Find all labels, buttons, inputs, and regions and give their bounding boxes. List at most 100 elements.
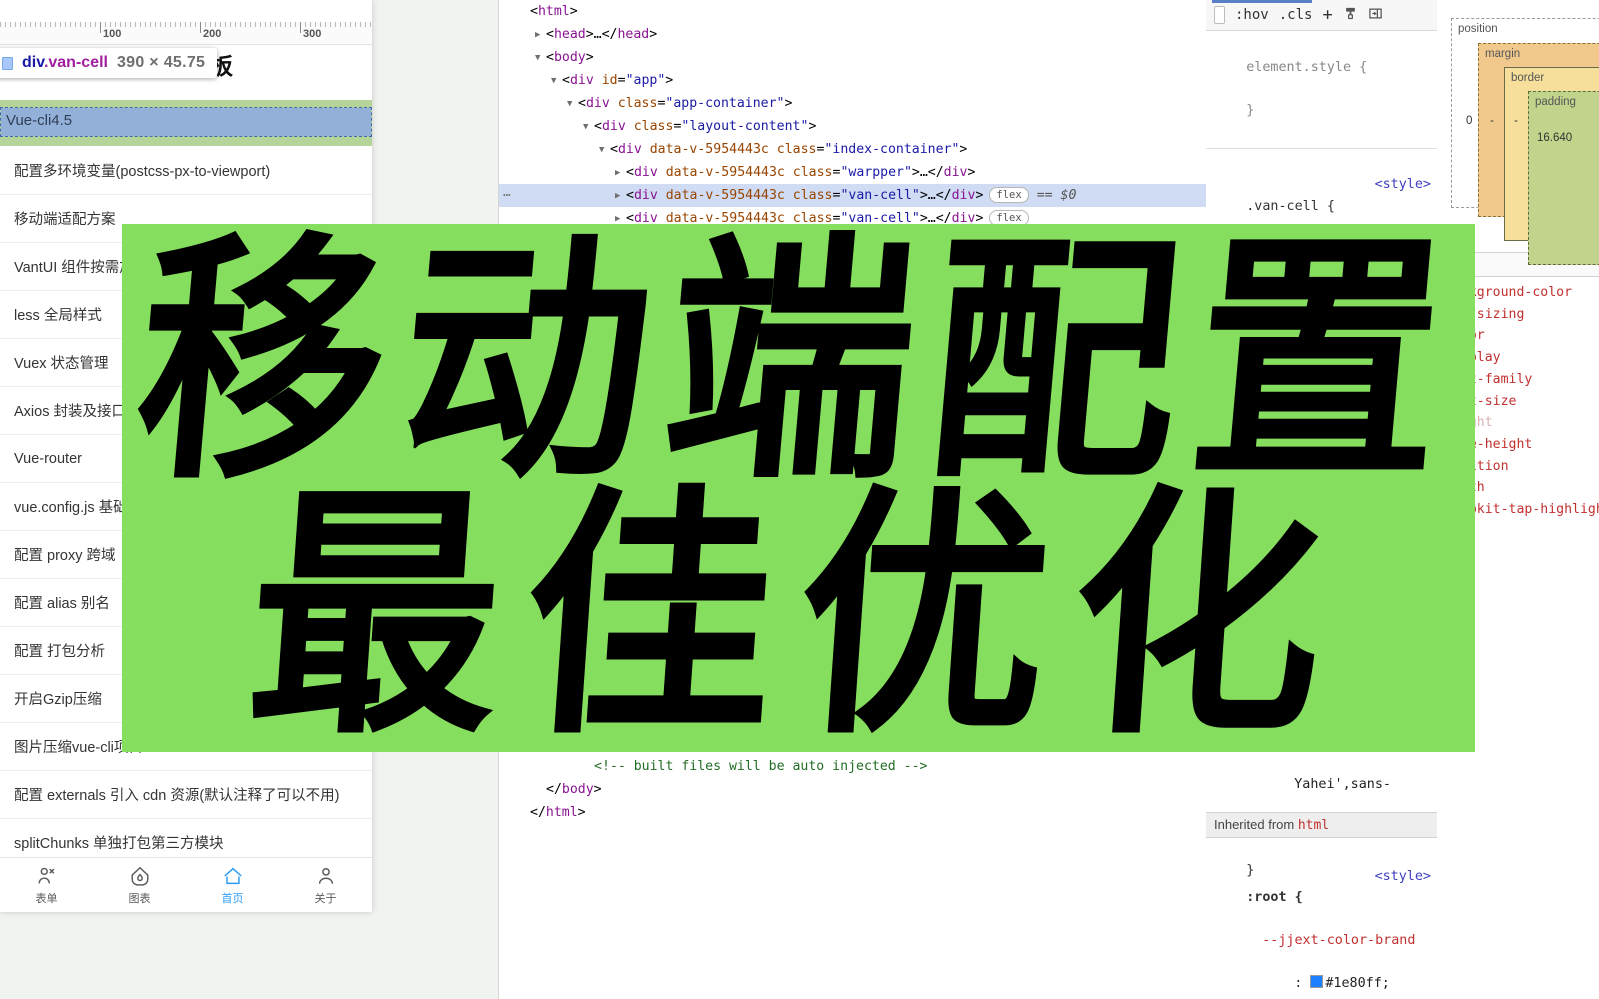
ruler-tick: [75, 22, 76, 27]
form-icon: [36, 865, 58, 887]
ruler-tick: [175, 22, 176, 27]
ruler-tick: [125, 22, 126, 27]
ruler-tick: [185, 22, 186, 27]
dom-tree-row[interactable]: ⋯ ▶ <div data-v-5954443c class="van-cell">…: [499, 184, 1206, 207]
ruler-tick: [150, 22, 151, 27]
dom-tree-row[interactable]: </html>: [499, 801, 1206, 824]
dom-row-expander-icon[interactable]: ▶: [535, 24, 546, 47]
new-style-rule-button[interactable]: +: [1322, 5, 1332, 25]
dom-tree-row[interactable]: ▼ <div class="app-container">: [499, 92, 1206, 115]
dom-tree-row[interactable]: ▼ <body>: [499, 46, 1206, 69]
dom-row-expander-icon[interactable]: ▶: [615, 185, 626, 208]
root-rule[interactable]: <style> :root { --jjext-color-brand : #1…: [1206, 840, 1437, 999]
tab-about[interactable]: 关于: [279, 858, 372, 912]
inherited-source[interactable]: html: [1298, 818, 1329, 833]
ruler-tick: [200, 22, 201, 33]
ruler-tick: [5, 22, 6, 27]
chart-icon: [129, 865, 151, 887]
ruler-tick: [210, 22, 211, 27]
dom-tree-row[interactable]: ▶ <div data-v-5954443c class="warpper">…<…: [499, 161, 1206, 184]
dom-tree-row[interactable]: ▼ <div data-v-5954443c class="index-conta…: [499, 138, 1206, 161]
ruler-tick: [285, 22, 286, 27]
box-model-content-size[interactable]: 16.640: [1537, 132, 1572, 144]
ruler-tick: [320, 22, 321, 27]
css-var-brand-name[interactable]: --jjext-color-brand: [1246, 933, 1415, 948]
list-item[interactable]: 配置 externals 引入 cdn 资源(默认注释了可以不用): [0, 771, 372, 819]
ruler-tick: [160, 22, 161, 27]
ruler-tick: [330, 22, 331, 27]
ruler-tick: [250, 22, 251, 27]
dom-row-expander-icon[interactable]: ▼: [535, 47, 546, 70]
css-var-brand-value[interactable]: #1e80ff;: [1325, 976, 1390, 991]
ruler-tick: [365, 22, 366, 27]
box-model-border-left[interactable]: -: [1514, 115, 1518, 127]
ruler-tick: [50, 22, 51, 27]
cls-button[interactable]: .cls: [1279, 7, 1313, 23]
ruler-tick: [170, 22, 171, 27]
ruler-tick: [340, 22, 341, 27]
home-icon: [222, 865, 244, 887]
ruler-tick: [95, 22, 96, 27]
inspected-selector: div.van-cell: [22, 54, 108, 71]
box-model-padding-layer[interactable]: padding 16.640: [1528, 91, 1599, 265]
box-model-position-label: position: [1458, 23, 1498, 35]
ruler-tick: [355, 22, 356, 27]
ruler-tick: [85, 22, 86, 27]
inspected-dimensions: 390 × 45.75: [116, 54, 206, 71]
dom-row-expander-icon[interactable]: ▼: [583, 116, 594, 139]
ruler-tick: [215, 22, 216, 27]
list-item[interactable]: 配置多环境变量(postcss-px-to-viewport): [0, 147, 372, 195]
ruler-tick: [315, 22, 316, 27]
dom-tree-row[interactable]: ▼ <div class="layout-content">: [499, 115, 1206, 138]
box-model-position-left[interactable]: 0: [1466, 115, 1472, 127]
dom-tree-row[interactable]: ▶ <head>…</head>: [499, 23, 1206, 46]
inherited-from-header: Inherited from html: [1206, 812, 1437, 838]
ruler-tick: [245, 22, 246, 27]
ruler-tick: [240, 22, 241, 27]
root-rule-source[interactable]: <style>: [1375, 866, 1431, 888]
dom-row-expander-icon[interactable]: ▼: [551, 70, 562, 93]
box-model-margin-left[interactable]: -: [1490, 115, 1494, 127]
inherited-label: Inherited from: [1214, 817, 1295, 832]
ruler-tick: [135, 22, 136, 27]
dom-row-expander-icon[interactable]: ▶: [615, 162, 626, 185]
tab-form[interactable]: 表单: [0, 858, 93, 912]
toggle-sidebar-icon[interactable]: [1368, 6, 1383, 25]
box-model-diagram[interactable]: position margin border padding 16.640 0 …: [1451, 18, 1599, 265]
ruler-tick: [275, 22, 276, 27]
ruler-tick: [230, 22, 231, 27]
dom-tree-row[interactable]: </body>: [499, 778, 1206, 801]
tab-chart[interactable]: 图表: [93, 858, 186, 912]
van-cell-rule-source[interactable]: <style>: [1375, 174, 1431, 196]
ruler-tick: [290, 22, 291, 27]
ruler-tick: [345, 22, 346, 27]
flex-badge[interactable]: flex: [989, 187, 1029, 203]
dom-tree-row[interactable]: ▼ <div id="app">: [499, 69, 1206, 92]
styles-toolbar: :hov .cls +: [1206, 0, 1437, 31]
dom-tree-row[interactable]: <html>: [499, 0, 1206, 23]
ruler-tick: [65, 22, 66, 27]
ruler-tick: [265, 22, 266, 27]
ruler-label: 300: [303, 28, 322, 40]
color-chip-brand[interactable]: [1310, 975, 1324, 988]
dom-tree-row[interactable]: <!-- built files will be auto injected -…: [499, 755, 1206, 778]
highlighted-cell-van-cell[interactable]: Vue-cli4.5: [0, 100, 372, 146]
color-picker-icon[interactable]: [1343, 6, 1358, 25]
dom-row-menu-icon[interactable]: ⋯: [503, 184, 512, 207]
ruler-tick: [225, 22, 226, 27]
styles-filter-input[interactable]: [1214, 6, 1225, 24]
font-family-line1: Yahei',sans-: [1294, 776, 1391, 792]
ruler-tick: [60, 22, 61, 27]
hov-button[interactable]: :hov: [1235, 7, 1269, 23]
dom-row-expander-icon[interactable]: ▼: [567, 93, 578, 116]
box-model-padding-label: padding: [1535, 96, 1576, 108]
ruler-tick: [40, 22, 41, 27]
ruler-tick: [360, 22, 361, 27]
ruler-tick: [195, 22, 196, 27]
ruler-tick: [145, 22, 146, 27]
dom-row-expander-icon[interactable]: ▼: [599, 139, 610, 162]
tab-home[interactable]: 首页: [186, 858, 279, 912]
element-style-rule[interactable]: element.style { }: [1206, 31, 1437, 149]
ruler-tick: [110, 22, 111, 27]
device-ruler: 100 200 300: [0, 22, 372, 45]
